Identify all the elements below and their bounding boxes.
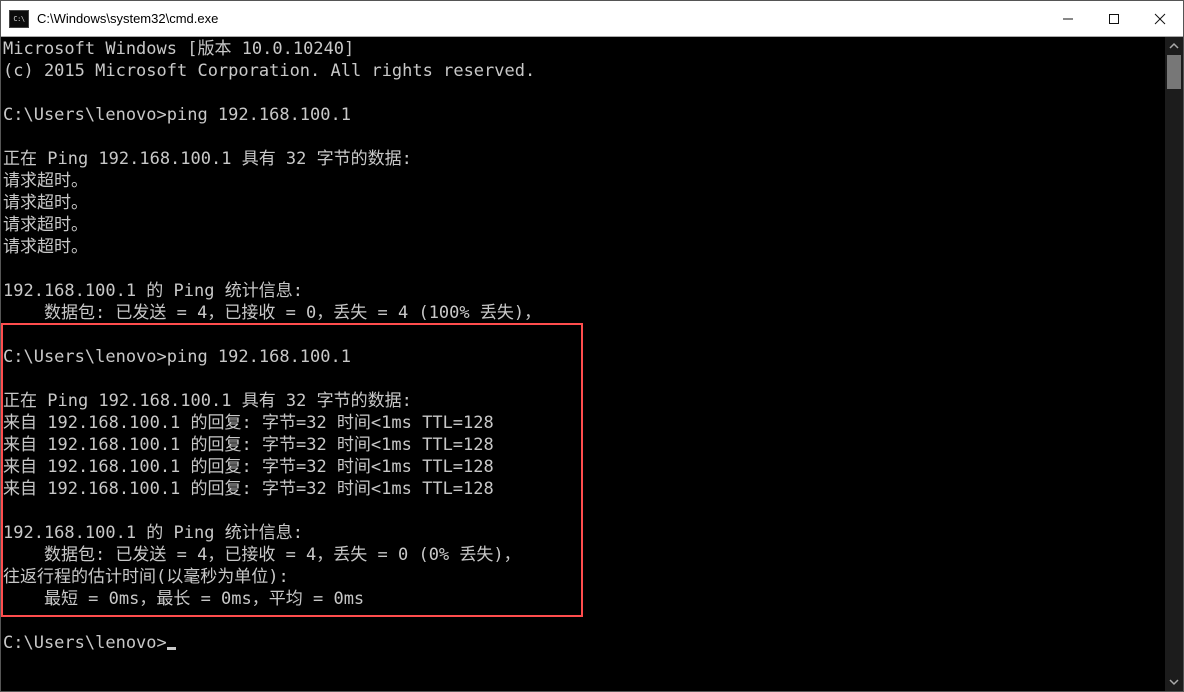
cursor xyxy=(167,647,176,650)
window-title: C:\Windows\system32\cmd.exe xyxy=(37,11,1045,26)
scroll-thumb[interactable] xyxy=(1167,55,1181,89)
cmd-icon xyxy=(9,10,29,28)
terminal-line: 最短 = 0ms，最长 = 0ms，平均 = 0ms xyxy=(3,589,364,609)
terminal-line: 请求超时。 xyxy=(3,193,88,213)
close-button[interactable] xyxy=(1137,1,1183,37)
terminal-line: 来自 192.168.100.1 的回复: 字节=32 时间<1ms TTL=1… xyxy=(3,435,494,455)
maximize-button[interactable] xyxy=(1091,1,1137,37)
terminal-line: 正在 Ping 192.168.100.1 具有 32 字节的数据: xyxy=(3,149,412,169)
terminal-line: Microsoft Windows [版本 10.0.10240] xyxy=(3,39,354,59)
terminal-line: 数据包: 已发送 = 4，已接收 = 4，丢失 = 0 (0% 丢失)， xyxy=(3,545,521,565)
terminal-line: 来自 192.168.100.1 的回复: 字节=32 时间<1ms TTL=1… xyxy=(3,413,494,433)
scroll-down-button[interactable] xyxy=(1165,673,1183,691)
terminal-line: C:\Users\lenovo>ping 192.168.100.1 xyxy=(3,105,351,125)
terminal-line: 正在 Ping 192.168.100.1 具有 32 字节的数据: xyxy=(3,391,412,411)
window-controls xyxy=(1045,1,1183,36)
terminal-line: 来自 192.168.100.1 的回复: 字节=32 时间<1ms TTL=1… xyxy=(3,457,494,477)
terminal-area: Microsoft Windows [版本 10.0.10240] (c) 20… xyxy=(1,37,1183,691)
terminal-line: (c) 2015 Microsoft Corporation. All righ… xyxy=(3,61,535,81)
window-frame: C:\Windows\system32\cmd.exe Microsoft Wi… xyxy=(0,0,1184,692)
terminal-line: C:\Users\lenovo>ping 192.168.100.1 xyxy=(3,347,351,367)
terminal-line: 192.168.100.1 的 Ping 统计信息: xyxy=(3,523,303,543)
terminal-line: 192.168.100.1 的 Ping 统计信息: xyxy=(3,281,303,301)
terminal-line: 请求超时。 xyxy=(3,171,88,191)
minimize-button[interactable] xyxy=(1045,1,1091,37)
scroll-up-button[interactable] xyxy=(1165,37,1183,55)
terminal-prompt: C:\Users\lenovo> xyxy=(3,633,167,653)
terminal-output[interactable]: Microsoft Windows [版本 10.0.10240] (c) 20… xyxy=(1,37,1165,691)
terminal-line: 数据包: 已发送 = 4，已接收 = 0，丢失 = 4 (100% 丢失)， xyxy=(3,303,541,323)
titlebar[interactable]: C:\Windows\system32\cmd.exe xyxy=(1,1,1183,37)
terminal-line: 来自 192.168.100.1 的回复: 字节=32 时间<1ms TTL=1… xyxy=(3,479,494,499)
terminal-line: 请求超时。 xyxy=(3,215,88,235)
terminal-line: 请求超时。 xyxy=(3,237,88,257)
scroll-track[interactable] xyxy=(1165,55,1183,673)
vertical-scrollbar[interactable] xyxy=(1165,37,1183,691)
terminal-line: 往返行程的估计时间(以毫秒为单位): xyxy=(3,567,289,587)
